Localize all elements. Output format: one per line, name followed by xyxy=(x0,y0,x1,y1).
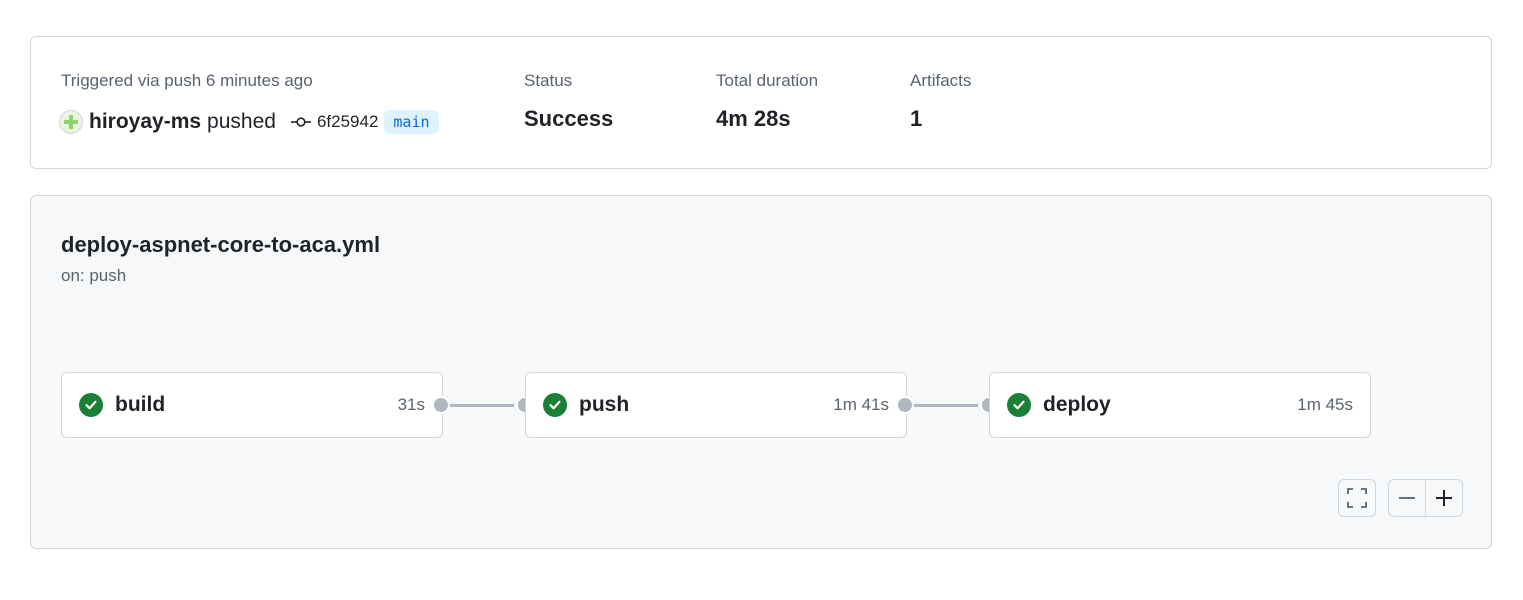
job-output-node xyxy=(896,396,914,414)
fullscreen-button[interactable] xyxy=(1339,480,1375,516)
check-circle-icon xyxy=(543,393,567,417)
avatar-plus-icon xyxy=(64,115,78,129)
run-summary-panel: Triggered via push 6 minutes ago hiroyay… xyxy=(30,36,1492,169)
check-circle-icon xyxy=(1007,393,1031,417)
artifacts-block: Artifacts 1 xyxy=(910,71,971,132)
zoom-out-button[interactable] xyxy=(1389,480,1425,516)
avatar[interactable] xyxy=(59,110,83,134)
actor-verb: pushed xyxy=(207,110,276,133)
zoom-controls xyxy=(1388,479,1463,517)
actor-row: hiroyay-ms pushed 6f25942 main xyxy=(59,108,439,136)
git-commit-icon xyxy=(290,116,311,128)
status-label: Status xyxy=(524,71,573,90)
actor-link[interactable]: hiroyay-ms xyxy=(89,110,201,134)
job-connector xyxy=(450,404,514,407)
branch-badge[interactable]: main xyxy=(384,110,439,134)
job-name: build xyxy=(115,393,166,416)
status-value: Success xyxy=(524,106,614,131)
artifacts-value[interactable]: 1 xyxy=(910,106,971,132)
trigger-label: Triggered via push 6 minutes ago xyxy=(61,71,313,90)
job-duration: 1m 41s xyxy=(833,395,889,414)
job-name: push xyxy=(579,393,630,416)
job-deploy[interactable]: deploy 1m 45s xyxy=(989,372,1371,438)
workflow-file-title[interactable]: deploy-aspnet-core-to-aca.yml xyxy=(61,232,380,258)
zoom-out-icon xyxy=(1399,497,1415,499)
duration-value: 4m 28s xyxy=(716,106,791,131)
duration-label: Total duration xyxy=(716,71,819,90)
workflow-graph-panel: deploy-aspnet-core-to-aca.yml on: push b… xyxy=(30,195,1492,549)
status-block: Status Success xyxy=(524,71,613,132)
job-duration: 31s xyxy=(397,395,425,414)
check-circle-icon xyxy=(79,393,103,417)
fullscreen-control xyxy=(1338,479,1376,517)
duration-block: Total duration 4m 28s xyxy=(716,71,818,132)
fullscreen-icon xyxy=(1347,488,1367,508)
commit-sha-link[interactable]: 6f25942 xyxy=(317,112,378,132)
workflow-trigger: on: push xyxy=(61,266,127,285)
artifacts-label: Artifacts xyxy=(910,71,972,90)
zoom-in-icon xyxy=(1436,490,1452,506)
job-duration: 1m 45s xyxy=(1297,395,1353,414)
job-connector xyxy=(914,404,978,407)
job-push[interactable]: push 1m 41s xyxy=(525,372,907,438)
job-output-node xyxy=(432,396,450,414)
job-name: deploy xyxy=(1043,393,1111,416)
zoom-in-button[interactable] xyxy=(1425,480,1462,516)
job-build[interactable]: build 31s xyxy=(61,372,443,438)
